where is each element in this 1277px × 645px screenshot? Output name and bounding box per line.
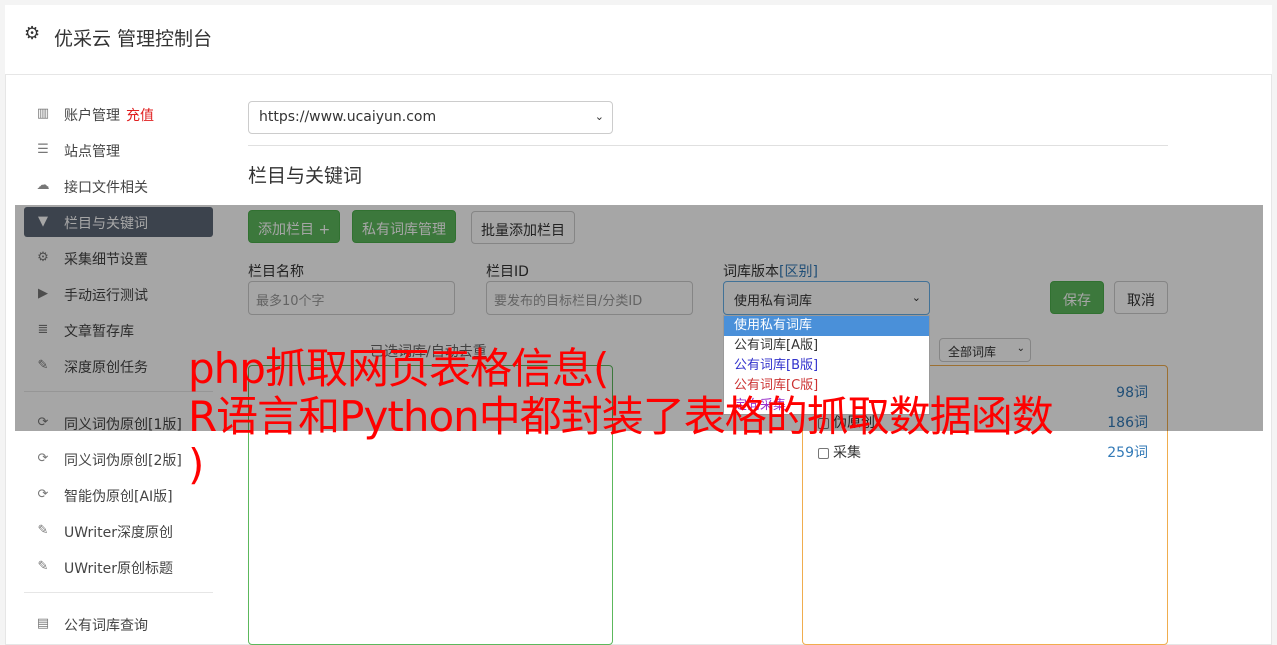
sidebar-item-label: UWriter深度原创 bbox=[64, 525, 173, 541]
overlay-line-2: R语言和Python中都封装了表格的抓取数据函数 bbox=[188, 392, 1054, 441]
divider bbox=[248, 145, 1168, 146]
recharge-link[interactable]: 充值 bbox=[126, 108, 154, 124]
sidebar-item-sites[interactable]: ☰ 站点管理 bbox=[24, 135, 213, 165]
refresh-icon: ⟳ bbox=[37, 487, 49, 502]
sidebar-item-synonym-v2[interactable]: ⟳ 同义词伪原创[2版] bbox=[24, 444, 213, 474]
chevron-down-icon: ⌄ bbox=[594, 110, 604, 123]
app-title: 优采云 管理控制台 bbox=[54, 28, 213, 50]
sidebar-item-label: 同义词伪原创[2版] bbox=[64, 453, 182, 469]
refresh-icon: ⟳ bbox=[37, 451, 49, 466]
overlay-line-1: php抓取网页表格信息( bbox=[188, 344, 609, 393]
sidebar-item-label: 站点管理 bbox=[64, 144, 120, 160]
sidebar-divider bbox=[24, 592, 213, 593]
edit-icon: ✎ bbox=[37, 523, 49, 538]
sidebar-item-label: 智能伪原创[AI版] bbox=[64, 489, 173, 505]
sidebar-item-ai-rewrite[interactable]: ⟳ 智能伪原创[AI版] bbox=[24, 480, 213, 510]
cloud-upload-icon: ☁ bbox=[36, 178, 50, 193]
edit-icon: ✎ bbox=[37, 559, 49, 574]
sidebar-item-account[interactable]: ▥ 账户管理 充值 bbox=[24, 99, 213, 129]
sidebar-item-label: 接口文件相关 bbox=[64, 180, 148, 196]
sidebar-item-interface[interactable]: ☁ 接口文件相关 bbox=[24, 171, 213, 201]
sidebar-item-label: 账户管理 bbox=[64, 108, 120, 124]
section-title: 栏目与关键词 bbox=[248, 165, 363, 187]
top-header: ⚙ 优采云 管理控制台 bbox=[5, 5, 1272, 75]
sidebar-item-label: UWriter原创标题 bbox=[64, 561, 173, 577]
bar-chart-icon: ▥ bbox=[36, 106, 50, 121]
sidebar-item-label: 公有词库查询 bbox=[64, 618, 148, 634]
sidebar-item-uwriter-original[interactable]: ✎ UWriter深度原创 bbox=[24, 516, 213, 546]
book-icon: ▤ bbox=[36, 616, 50, 631]
dropdown-option-private[interactable]: 使用私有词库 bbox=[724, 316, 929, 336]
article-title-overlay: php抓取网页表格信息( R语言和Python中都封装了表格的抓取数据函数 ) bbox=[188, 345, 1188, 489]
gear-icon: ⚙ bbox=[24, 23, 41, 44]
site-select[interactable]: https://www.ucaiyun.com ⌄ bbox=[248, 101, 613, 134]
site-select-value: https://www.ucaiyun.com bbox=[259, 109, 437, 125]
overlay-line-3: ) bbox=[188, 440, 204, 489]
sidebar-item-public-lib[interactable]: ▤ 公有词库查询 bbox=[24, 609, 213, 639]
server-icon: ☰ bbox=[37, 142, 49, 157]
sidebar-item-uwriter-title[interactable]: ✎ UWriter原创标题 bbox=[24, 552, 213, 582]
